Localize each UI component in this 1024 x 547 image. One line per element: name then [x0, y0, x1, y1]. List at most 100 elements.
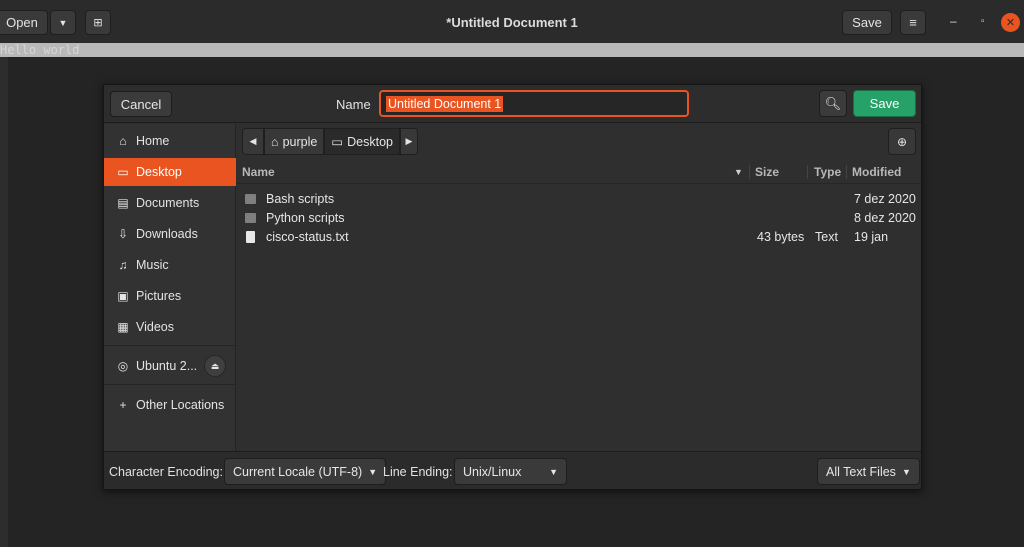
line-ending-label: Line Ending: — [383, 465, 453, 479]
new-folder-icon: ⊕ — [896, 134, 908, 149]
dialog-footer: Character Encoding: Current Locale (UTF-… — [104, 451, 921, 489]
chevron-down-icon: ▼ — [549, 466, 558, 477]
file-type: Text — [815, 230, 838, 244]
column-header-modified[interactable]: Modified — [852, 161, 901, 183]
column-name-label: Name — [242, 165, 275, 179]
sidebar-item-label: Music — [136, 258, 169, 272]
sidebar-item-videos[interactable]: ▦ Videos — [104, 313, 236, 341]
minimize-icon[interactable]: – — [950, 14, 957, 28]
name-label: Name — [336, 97, 371, 112]
window-titlebar: Open ▼ ⊞ *Untitled Document 1 Save ≡ – ▫… — [0, 0, 1024, 44]
filename-input[interactable]: Untitled Document 1 — [379, 90, 689, 117]
sidebar-item-label: Downloads — [136, 227, 198, 241]
chevron-left-icon: ◀ — [249, 136, 257, 146]
search-icon: 🔍︎ — [824, 95, 842, 111]
file-filter-select[interactable]: All Text Files ▼ — [817, 458, 920, 485]
path-segment-home[interactable]: ⌂ purple — [264, 128, 325, 155]
path-back-button[interactable]: ◀ — [242, 128, 264, 155]
table-row[interactable]: Python scripts 8 dez 2020 — [237, 209, 921, 228]
line-ending-value: Unix/Linux — [463, 464, 522, 479]
cancel-button[interactable]: Cancel — [110, 91, 172, 117]
sidebar-item-label: Videos — [136, 320, 174, 334]
file-name: cisco-status.txt — [266, 230, 349, 244]
sidebar-item-label: Home — [136, 134, 170, 148]
column-size-label: Size — [755, 165, 780, 179]
sidebar-item-documents[interactable]: ▤ Documents — [104, 189, 236, 217]
file-list: Name ▼ Size Type Modified Bash scripts 7… — [237, 161, 921, 451]
column-divider — [749, 165, 750, 179]
folder-icon — [245, 213, 256, 223]
sidebar-item-desktop[interactable]: ▭ Desktop — [104, 158, 236, 186]
hamburger-icon: ≡ — [909, 15, 917, 30]
save-button[interactable]: Save — [842, 10, 892, 35]
new-folder-button[interactable]: ⊕ — [888, 128, 916, 155]
sidebar-item-music[interactable]: ♫ Music — [104, 251, 236, 279]
sidebar-item-label: Ubuntu 2... — [136, 359, 198, 373]
sidebar-item-other-locations[interactable]: + Other Locations — [104, 391, 236, 419]
places-sidebar: ⌂ Home ▭ Desktop ▤ Documents ⇩ Downloads ♫ Mu… — [104, 124, 236, 451]
column-header-name[interactable]: Name — [242, 161, 275, 183]
file-modified: 7 dez 2020 — [854, 192, 916, 206]
sort-chevron-icon[interactable]: ▼ — [734, 161, 743, 183]
sidebar-item-pictures[interactable]: ▣ Pictures — [104, 282, 236, 310]
dialog-header: Cancel Name Untitled Document 1 🔍︎ Save — [104, 85, 921, 123]
downloads-icon: ⇩ — [117, 227, 129, 241]
menu-button[interactable]: ≡ — [900, 10, 926, 35]
sidebar-item-downloads[interactable]: ⇩ Downloads — [104, 220, 236, 248]
sidebar-item-label: Documents — [136, 196, 200, 210]
home-icon: ⌂ — [271, 134, 279, 149]
plus-icon: + — [119, 398, 127, 412]
chevron-right-icon: ▶ — [405, 136, 413, 146]
save-dialog: Cancel Name Untitled Document 1 🔍︎ Save … — [103, 84, 922, 490]
search-button[interactable]: 🔍︎ — [819, 90, 847, 117]
encoding-value: Current Locale (UTF-8) — [233, 464, 363, 479]
chevron-down-icon: ▼ — [368, 466, 378, 477]
file-modified: 19 jan — [854, 230, 889, 244]
encoding-select[interactable]: Current Locale (UTF-8) ▼ — [224, 458, 387, 485]
music-icon: ♫ — [118, 258, 128, 272]
header-divider — [237, 183, 921, 184]
column-divider — [846, 165, 847, 179]
dialog-save-button[interactable]: Save — [853, 90, 916, 117]
path-segment-label: Desktop — [347, 134, 393, 149]
editor-line[interactable]: Hello world — [0, 43, 1024, 57]
column-modified-label: Modified — [852, 165, 902, 179]
cancel-label: Cancel — [120, 96, 162, 112]
column-header-type[interactable]: Type — [814, 161, 841, 183]
desktop-icon: ▭ — [331, 135, 344, 149]
line-ending-select[interactable]: Unix/Linux ▼ — [454, 458, 567, 485]
eject-icon[interactable]: ⏏ — [204, 355, 226, 377]
home-icon: ⌂ — [119, 134, 127, 148]
file-modified: 8 dez 2020 — [854, 211, 916, 225]
filter-value: All Text Files — [826, 464, 896, 479]
table-row[interactable]: cisco-status.txt 43 bytes Text 19 jan — [237, 228, 921, 247]
folder-icon — [245, 194, 256, 204]
column-header-size[interactable]: Size — [755, 161, 779, 183]
chevron-down-icon: ▼ — [901, 466, 911, 477]
path-segment-desktop[interactable]: ▭ Desktop — [324, 128, 400, 155]
documents-icon: ▤ — [117, 196, 129, 210]
disk-icon: ◎ — [117, 359, 129, 373]
save-label: Save — [852, 15, 882, 30]
file-size: 43 bytes — [757, 230, 805, 244]
sidebar-item-label: Other Locations — [136, 398, 225, 412]
close-icon[interactable]: ✕ — [1001, 13, 1020, 32]
sidebar-item-label: Pictures — [136, 289, 182, 303]
videos-icon: ▦ — [117, 320, 129, 334]
dialog-save-label: Save — [869, 96, 900, 111]
path-segment-label: purple — [282, 134, 318, 149]
pictures-icon: ▣ — [117, 289, 129, 303]
filename-value: Untitled Document 1 — [386, 96, 504, 112]
text-file-icon — [246, 231, 255, 243]
table-row[interactable]: Bash scripts 7 dez 2020 — [237, 190, 921, 209]
file-name: Python scripts — [266, 211, 345, 225]
desktop-icon: ▭ — [117, 165, 129, 179]
sidebar-item-home[interactable]: ⌂ Home — [104, 127, 236, 155]
encoding-label: Character Encoding: — [109, 465, 223, 479]
file-name: Bash scripts — [266, 192, 335, 206]
restore-icon[interactable]: ▫ — [981, 16, 985, 27]
path-forward-button[interactable]: ▶ — [399, 128, 418, 155]
column-divider — [807, 165, 808, 179]
sidebar-separator — [104, 345, 236, 346]
breadcrumb: ◀ ⌂ purple ▭ Desktop ▶ — [242, 128, 418, 155]
